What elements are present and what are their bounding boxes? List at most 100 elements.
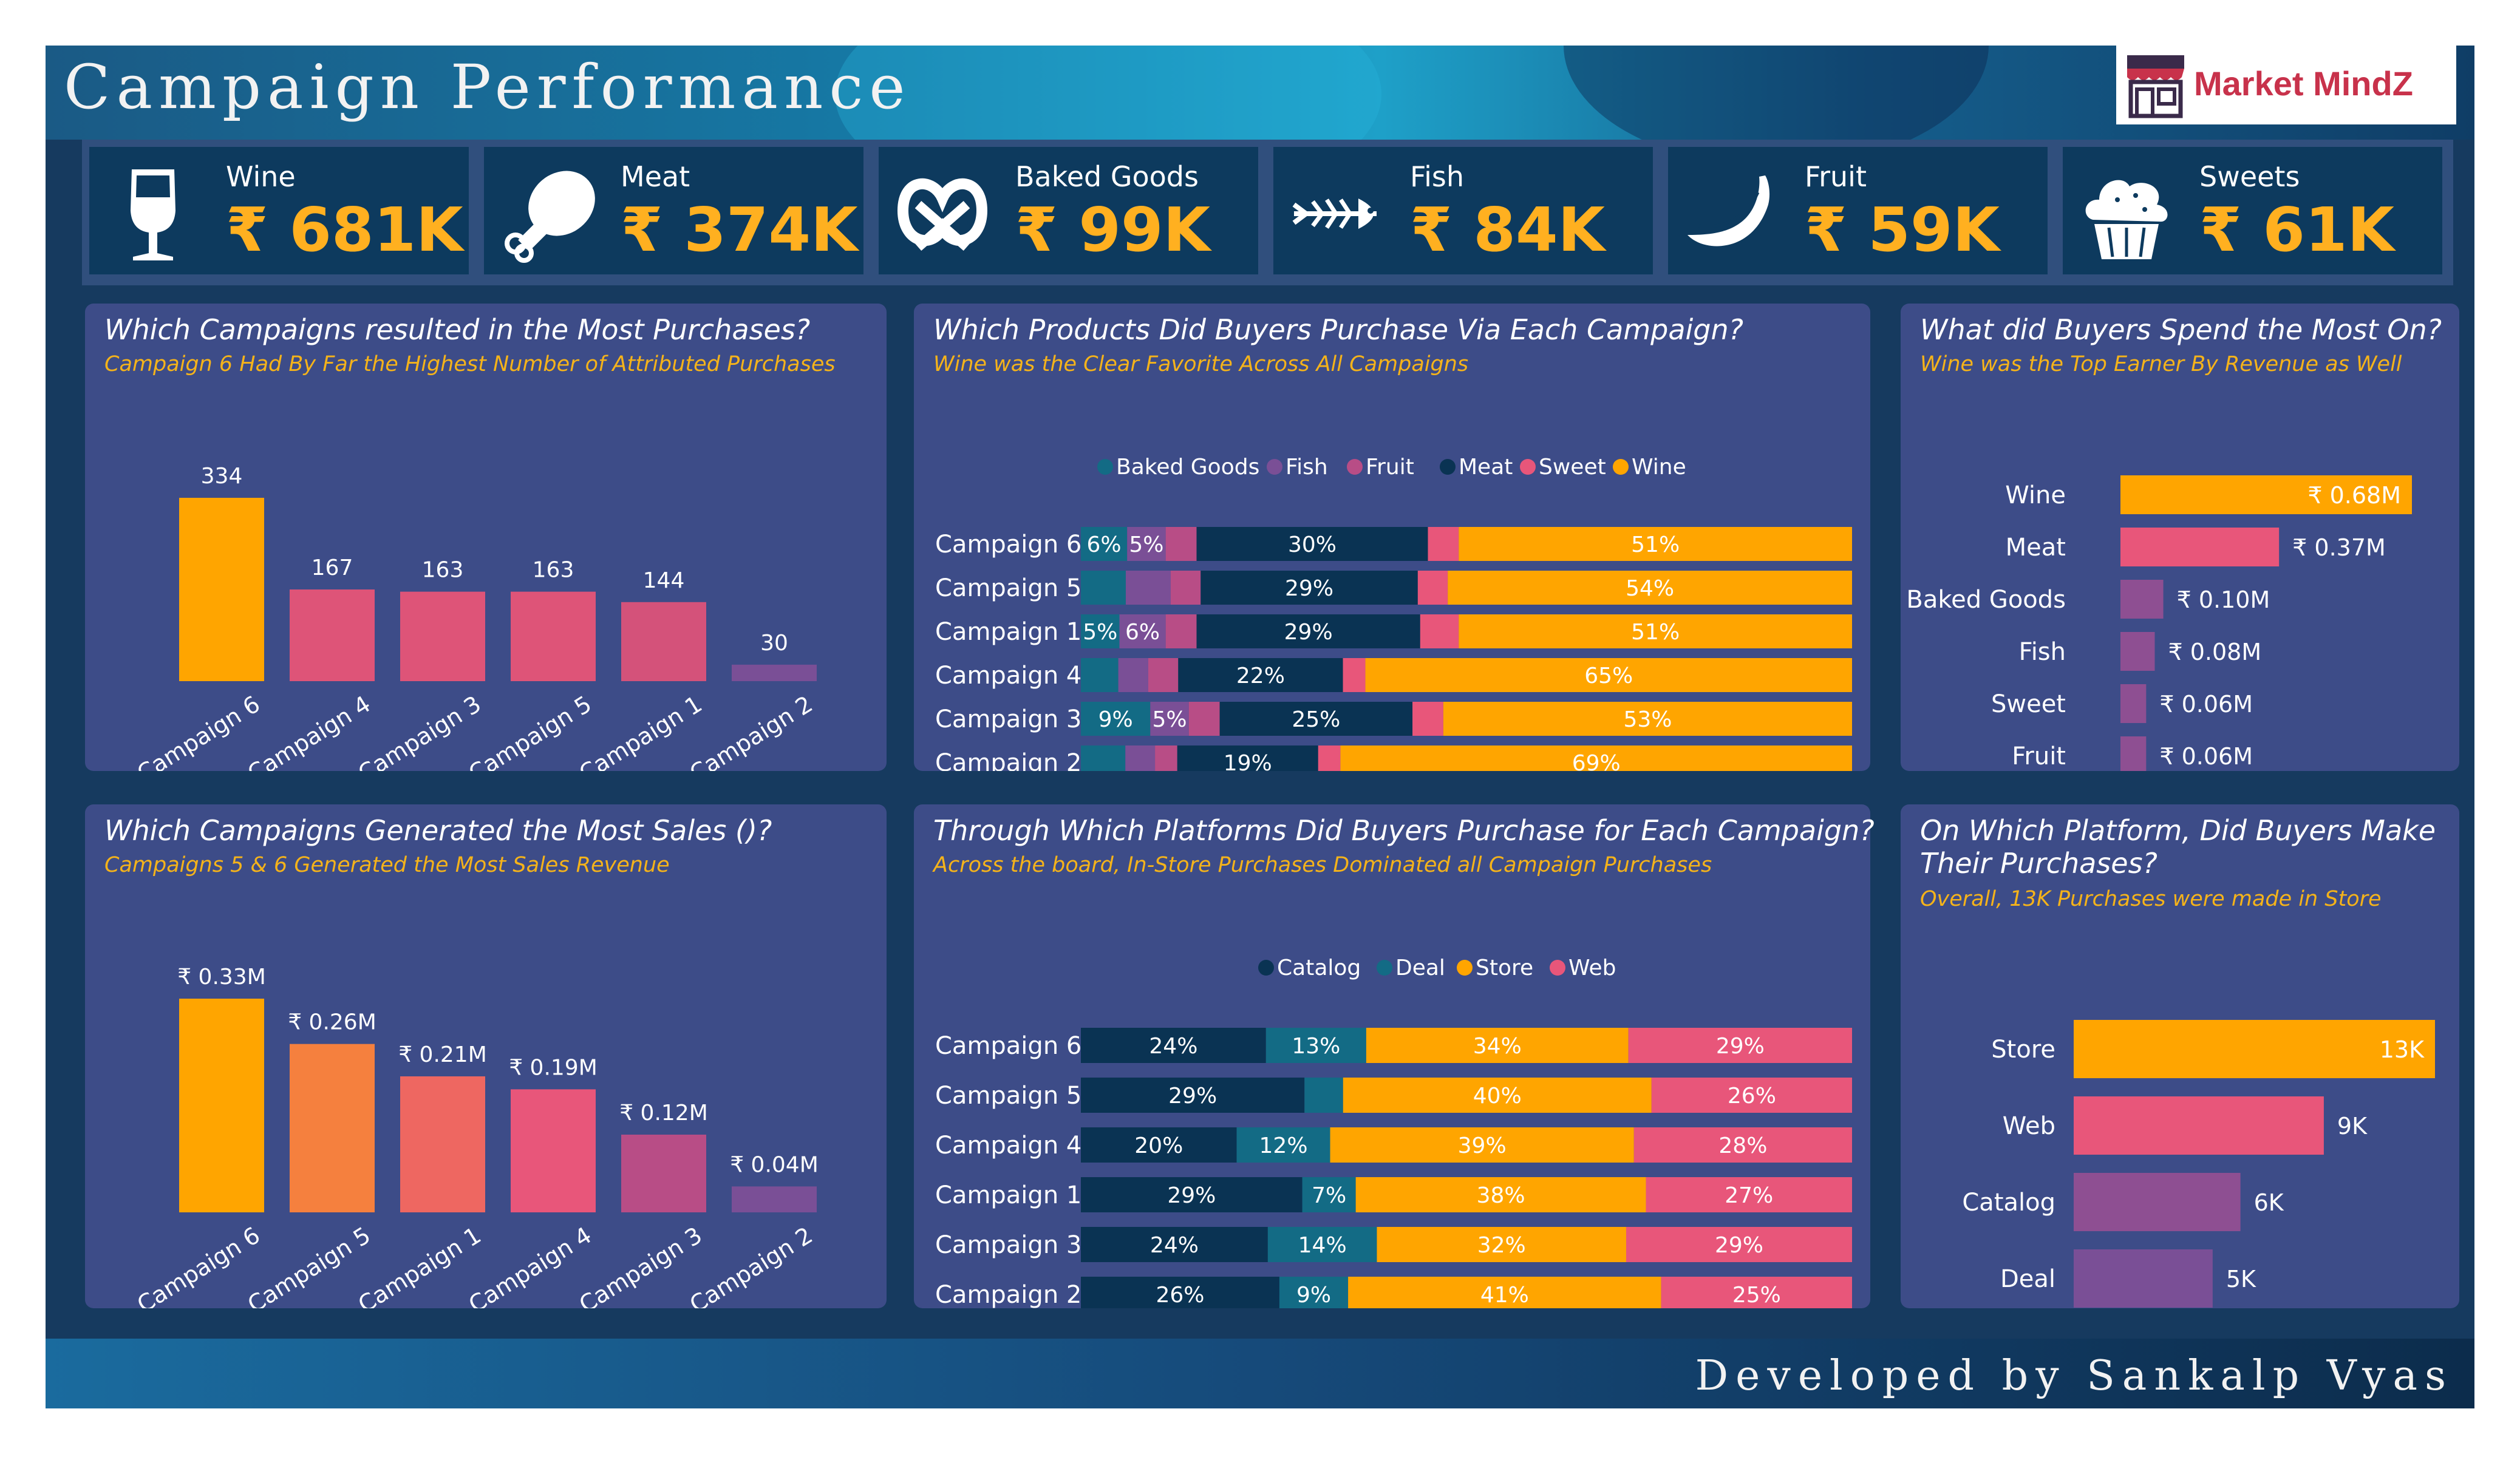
bar-segment <box>1170 571 1201 605</box>
legend-label: Baked Goods <box>1116 455 1259 480</box>
y-tick-label: Web <box>2003 1112 2055 1140</box>
panel-spend-by-product: What did Buyers Spend the Most On? Wine … <box>1901 304 2459 771</box>
platforms-by-campaign-chart: Catalog Deal Store Web Campaign 6 24% 13% 34% 29… <box>935 956 1852 1308</box>
data-label: 9% <box>1098 707 1133 732</box>
kpi-label: Wine <box>226 160 296 193</box>
storefront-icon <box>2127 55 2184 118</box>
bar <box>732 1186 817 1212</box>
panel-campaign-sales: Which Campaigns Generated the Most Sales… <box>85 804 887 1308</box>
data-label: 163 <box>422 558 464 583</box>
kpi-card-fish: Fish ₹ 84K <box>1273 147 1653 274</box>
kpi-card-fruit: Fruit ₹ 59K <box>1668 147 2048 274</box>
panel-campaign-purchases: Which Campaigns resulted in the Most Pur… <box>85 304 887 771</box>
wine-glass-icon <box>131 169 175 260</box>
data-label: 6% <box>1087 532 1122 557</box>
bar <box>2120 632 2155 671</box>
legend-label: Catalog <box>1277 956 1361 980</box>
legend-swatch <box>1520 459 1536 475</box>
x-tick-label: Campaign 4 <box>243 690 375 771</box>
data-label: 6% <box>1125 620 1160 645</box>
y-tick-label: Campaign 4 <box>935 1132 1081 1160</box>
data-label: 22% <box>1236 664 1285 688</box>
brand-name: Market MindZ <box>2194 64 2413 103</box>
bar-segment <box>1428 527 1459 561</box>
bar <box>400 1076 485 1212</box>
data-label: 29% <box>1284 620 1333 645</box>
bar <box>2120 684 2147 723</box>
data-label: ₹ 0.06M <box>2159 691 2253 718</box>
data-label: 53% <box>1623 707 1672 732</box>
data-label: ₹ 0.21M <box>398 1042 487 1067</box>
data-label: ₹ 0.08M <box>2168 639 2261 665</box>
y-tick-label: Campaign 3 <box>935 705 1081 733</box>
kpi-label: Sweets <box>2199 160 2300 193</box>
bar-segment <box>1188 702 1220 736</box>
kpi-value: ₹ 59K <box>1805 194 2000 265</box>
legend-label: Wine <box>1632 455 1686 480</box>
data-label: 69% <box>1572 751 1621 771</box>
data-label: 29% <box>1285 576 1333 601</box>
bar-segment <box>1148 658 1179 692</box>
y-tick-label: Wine <box>2005 481 2066 509</box>
y-tick-label: Catalog <box>1962 1189 2055 1217</box>
y-tick-label: Campaign 5 <box>935 1082 1081 1110</box>
y-tick-label: Deal <box>2000 1265 2055 1293</box>
legend-swatch <box>1613 459 1629 475</box>
legend-swatch <box>1258 960 1274 976</box>
legend-label: Fruit <box>1366 455 1414 480</box>
bar <box>2074 1096 2324 1155</box>
x-tick-label: Campaign 2 <box>685 690 817 771</box>
data-label: 19% <box>1224 751 1272 771</box>
data-label: ₹ 0.04M <box>730 1152 819 1177</box>
bar <box>511 591 596 681</box>
bar <box>400 591 485 681</box>
legend-swatch <box>1457 960 1473 976</box>
data-label: 34% <box>1473 1034 1522 1059</box>
legend-swatch <box>1097 459 1113 475</box>
data-label: 25% <box>1732 1283 1781 1308</box>
legend-label: Meat <box>1459 455 1513 480</box>
data-label: 13% <box>1292 1034 1340 1059</box>
data-label: 29% <box>1716 1034 1765 1059</box>
data-label: ₹ 0.33M <box>177 965 266 990</box>
data-label: 24% <box>1149 1034 1197 1059</box>
data-label: 334 <box>201 464 243 489</box>
bar <box>179 498 264 681</box>
data-label: ₹ 0.26M <box>288 1010 376 1035</box>
bar <box>2074 1173 2241 1231</box>
data-label: 9% <box>1296 1283 1331 1308</box>
y-tick-label: Fruit <box>2012 742 2066 770</box>
footer-banner: Developed by Sankalp Vyas <box>46 1339 2474 1408</box>
x-tick-label: Campaign 3 <box>353 690 486 771</box>
x-tick-label: Campaign 2 <box>685 1221 817 1308</box>
data-label: 27% <box>1725 1183 1773 1208</box>
fish-bone-icon <box>1292 199 1377 229</box>
data-label: 6K <box>2254 1189 2284 1216</box>
legend-label: Deal <box>1395 956 1445 980</box>
data-label: 29% <box>1168 1084 1217 1109</box>
data-label: 51% <box>1631 620 1680 645</box>
panel-platforms-by-campaign: Through Which Platforms Did Buyers Purch… <box>914 804 1875 1308</box>
legend-label: Web <box>1568 956 1616 980</box>
campaign-purchases-chart: 334 Campaign 6 167 Campaign 4 163 Campaign 3 1… <box>132 464 817 771</box>
data-label: 167 <box>312 555 353 580</box>
data-label: 29% <box>1715 1233 1763 1258</box>
data-label: ₹ 0.37M <box>2292 534 2386 561</box>
y-tick-label: Sweet <box>1991 690 2066 718</box>
bar <box>2120 580 2164 619</box>
panel-products-by-campaign: Which Products Did Buyers Purchase Via E… <box>914 304 1870 771</box>
data-label: 13K <box>2380 1036 2425 1063</box>
y-tick-label: Campaign 6 <box>935 531 1081 559</box>
bar-segment <box>1165 614 1197 648</box>
bar-segment <box>1318 745 1341 771</box>
y-tick-label: Meat <box>2006 534 2066 562</box>
y-tick-label: Fish <box>2019 638 2066 666</box>
data-label: ₹ 0.19M <box>509 1055 598 1080</box>
bar <box>621 1135 706 1212</box>
data-label: 65% <box>1584 664 1633 688</box>
dashboard-frame: Campaign Performance Market MindZ Wine ₹… <box>46 46 2474 1408</box>
bar <box>290 589 375 681</box>
y-tick-label: Campaign 5 <box>935 574 1081 602</box>
data-label: 7% <box>1312 1183 1346 1208</box>
data-label: 20% <box>1134 1133 1183 1158</box>
